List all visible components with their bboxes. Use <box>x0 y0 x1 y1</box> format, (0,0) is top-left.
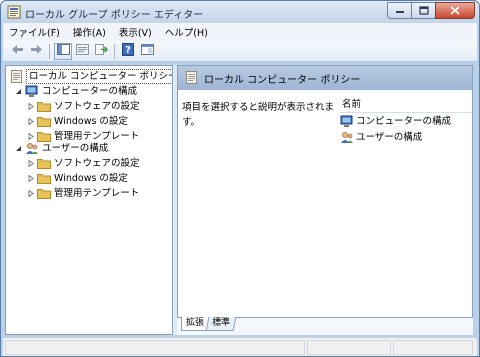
show-hide-tree-icon <box>56 44 70 58</box>
collapsed-arrow-icon[interactable] <box>26 159 35 168</box>
toolbar-separator <box>114 43 115 59</box>
group-policy-icon <box>7 5 21 19</box>
description-text: 項目を選択すると説明が表示されます。 <box>182 102 335 128</box>
folder-icon <box>37 115 51 128</box>
tab-label: 拡張 <box>186 318 205 328</box>
help-icon: ? <box>122 43 134 59</box>
caption-buttons <box>387 2 475 19</box>
status-segment <box>5 340 305 355</box>
window-title: ローカル グループ ポリシー エディター <box>25 10 204 21</box>
help-button[interactable]: ? <box>119 43 137 60</box>
list-item-computer-config[interactable]: コンピューターの構成 <box>340 113 472 129</box>
tree-item-label: Windows の設定 <box>54 173 128 184</box>
menu-bar: ファイル(F) 操作(A) 表示(V) ヘルプ(H) <box>3 23 477 41</box>
item-list: 名前 コンピューターの構成 ユーザーの構成 <box>340 98 472 145</box>
tree-item-label: ローカル コンピューター ポリシー <box>26 69 172 84</box>
collapsed-arrow-icon[interactable] <box>26 102 35 111</box>
maximize-icon <box>418 6 429 15</box>
properties-icon <box>75 44 89 58</box>
folder-icon <box>37 172 51 185</box>
tab-label: 標準 <box>212 318 231 328</box>
folder-icon <box>37 100 51 113</box>
collapsed-arrow-icon[interactable] <box>26 117 35 126</box>
tree-item-user-windows[interactable]: Windows の設定 <box>26 171 128 186</box>
collapsed-arrow-icon[interactable] <box>26 132 35 141</box>
close-icon <box>450 6 460 15</box>
tree-item-computer-software[interactable]: ソフトウェアの設定 <box>26 99 140 114</box>
status-segment <box>393 340 473 355</box>
console-tree[interactable]: ローカル コンピューター ポリシー コンピューターの構成 ソフトウェアの設定 W… <box>5 65 173 335</box>
tree-item-label: 管理用テンプレート <box>54 188 140 199</box>
svg-text:?: ? <box>125 45 131 56</box>
minimize-icon <box>395 8 405 14</box>
extended-view-icon <box>140 44 154 58</box>
tree-item-label: ソフトウェアの設定 <box>54 158 140 169</box>
menu-action[interactable]: 操作(A) <box>73 25 106 39</box>
user-icon <box>25 142 39 155</box>
forward-button[interactable] <box>27 43 45 60</box>
tree-item-label: コンピューターの構成 <box>42 86 138 97</box>
export-list-button[interactable] <box>92 43 110 60</box>
collapsed-arrow-icon[interactable] <box>26 189 35 198</box>
extended-view-button[interactable] <box>138 43 156 60</box>
folder-icon <box>37 157 51 170</box>
list-item-label: ユーザーの構成 <box>356 131 423 143</box>
forward-arrow-icon <box>30 44 43 58</box>
title-bar[interactable]: ローカル グループ ポリシー エディター <box>1 1 479 23</box>
detail-pane: ローカル コンピューター ポリシー 項目を選択すると説明が表示されます。 名前 … <box>177 65 473 335</box>
tree-item-computer-windows[interactable]: Windows の設定 <box>26 114 128 129</box>
tree-item-user-software[interactable]: ソフトウェアの設定 <box>26 156 140 171</box>
expanded-arrow-icon[interactable] <box>14 87 23 96</box>
export-list-icon <box>94 44 108 58</box>
close-button[interactable] <box>435 2 475 19</box>
column-header-name[interactable]: 名前 <box>340 98 472 113</box>
back-button[interactable] <box>8 43 26 60</box>
back-arrow-icon <box>11 44 24 58</box>
view-tabs: 拡張 標準 <box>177 317 473 335</box>
tree-item-label: ユーザーの構成 <box>42 143 109 154</box>
tree-item-label: Windows の設定 <box>54 116 128 127</box>
user-icon <box>340 131 354 144</box>
folder-icon <box>37 187 51 200</box>
tree-item-root[interactable]: ローカル コンピューター ポリシー <box>9 69 172 84</box>
computer-icon <box>25 85 39 98</box>
expanded-arrow-icon[interactable] <box>14 144 23 153</box>
list-item-label: コンピューターの構成 <box>356 115 452 127</box>
minimize-button[interactable] <box>387 2 411 19</box>
tree-item-user-admin[interactable]: 管理用テンプレート <box>26 186 139 201</box>
app-window: ローカル グループ ポリシー エディター ファイル(F) 操作(A) 表示(V)… <box>0 0 480 357</box>
show-hide-tree-button[interactable] <box>54 42 72 60</box>
tab-standard[interactable]: 標準 <box>205 317 237 331</box>
collapsed-arrow-icon[interactable] <box>26 174 35 183</box>
tree-item-label: ソフトウェアの設定 <box>54 101 140 112</box>
status-bar <box>3 337 477 356</box>
maximize-button[interactable] <box>411 2 435 19</box>
policy-document-icon <box>186 71 198 85</box>
list-item-user-config[interactable]: ユーザーの構成 <box>340 129 472 145</box>
toolbar-separator <box>49 43 50 59</box>
detail-header: ローカル コンピューター ポリシー <box>178 66 472 90</box>
policy-document-icon <box>9 70 23 83</box>
menu-view[interactable]: 表示(V) <box>119 25 152 39</box>
tree-item-user-config[interactable]: ユーザーの構成 <box>14 141 108 156</box>
detail-title: ローカル コンピューター ポリシー <box>204 74 361 86</box>
status-segment <box>307 340 391 355</box>
menu-help[interactable]: ヘルプ(H) <box>165 25 208 39</box>
properties-button[interactable] <box>73 43 91 60</box>
tree-item-computer-config[interactable]: コンピューターの構成 <box>14 84 137 99</box>
computer-icon <box>340 115 354 128</box>
menu-file[interactable]: ファイル(F) <box>9 25 60 39</box>
toolbar: ? <box>3 41 477 62</box>
